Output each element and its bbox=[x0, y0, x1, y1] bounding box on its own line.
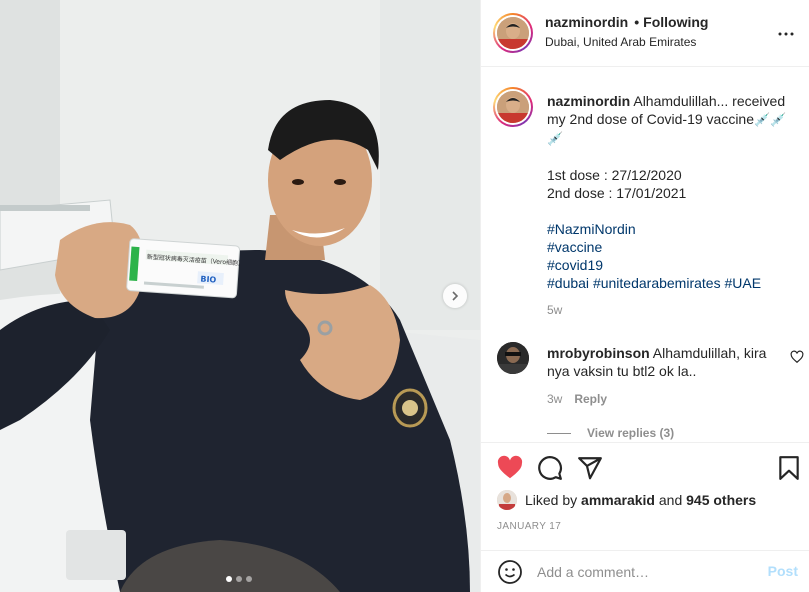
add-comment-bar: Post bbox=[481, 550, 809, 592]
heart-icon[interactable] bbox=[497, 455, 523, 481]
carousel-dot bbox=[246, 576, 252, 582]
hashtag-link[interactable]: #covid19 bbox=[547, 257, 603, 273]
avatar-image bbox=[497, 17, 529, 49]
carousel-dot bbox=[236, 576, 242, 582]
syringe-emoji: 💉 bbox=[754, 112, 771, 127]
more-options-icon[interactable] bbox=[774, 22, 798, 46]
second-dose-line: 2nd dose : 17/01/2021 bbox=[547, 185, 687, 201]
syringe-emoji: 💉 bbox=[547, 131, 564, 146]
author-avatar[interactable] bbox=[493, 13, 533, 53]
hashtag-link[interactable]: #unitedarabemirates bbox=[593, 275, 721, 291]
hashtag-link[interactable]: #UAE bbox=[724, 275, 761, 291]
avatar-image bbox=[497, 91, 529, 123]
post-side-panel: nazminordin • Following Dubai, United Arab… bbox=[480, 0, 809, 592]
carousel-indicator bbox=[226, 576, 252, 582]
comment-item: mrobyrobinson Alhamdulillah, kira nya va… bbox=[481, 338, 809, 442]
first-dose-line: 1st dose : 27/12/2020 bbox=[547, 167, 682, 183]
comment-heart-icon[interactable] bbox=[790, 350, 804, 364]
comment-meta: 3w Reply bbox=[547, 392, 607, 406]
instagram-post: 新型冠状病毒灭活疫苗（Vero细胞） BIO nazminordin • Fol… bbox=[0, 0, 809, 592]
hashtag-link[interactable]: #NazmiNordin bbox=[547, 221, 636, 237]
post-header: nazminordin • Following Dubai, United Arab… bbox=[481, 0, 809, 67]
following-button[interactable]: Following bbox=[643, 14, 708, 30]
bookmark-icon[interactable] bbox=[776, 455, 802, 481]
caption-username[interactable]: nazminordin bbox=[547, 93, 630, 109]
liker-username[interactable]: ammarakid bbox=[581, 492, 655, 508]
svg-text:BIO: BIO bbox=[200, 274, 217, 284]
add-comment-input[interactable] bbox=[537, 559, 757, 585]
post-actions: Liked by ammarakid and 945 others JANUAR… bbox=[481, 442, 809, 550]
caption-line-2: my 2nd dose of Covid-19 vaccine bbox=[547, 111, 754, 127]
author-username[interactable]: nazminordin bbox=[545, 14, 628, 30]
photo-scene: 新型冠状病毒灭活疫苗（Vero细胞） BIO bbox=[0, 0, 480, 592]
comment-icon[interactable] bbox=[537, 455, 563, 481]
next-image-button[interactable] bbox=[443, 284, 467, 308]
comment-line-2: nya vaksin tu btl2 ok la.. bbox=[547, 363, 697, 379]
likes-summary: Liked by ammarakid and 945 others bbox=[497, 490, 756, 510]
likes-conjunction: and bbox=[658, 492, 683, 508]
hashtag-link[interactable]: #dubai bbox=[547, 275, 589, 291]
caption-avatar[interactable] bbox=[493, 87, 533, 127]
caption-line-1: Alhamdulillah... received bbox=[633, 93, 786, 109]
post-location[interactable]: Dubai, United Arab Emirates bbox=[545, 35, 696, 49]
hashtag-link[interactable]: #vaccine bbox=[547, 239, 602, 255]
post-date[interactable]: JANUARY 17 bbox=[497, 521, 561, 532]
view-replies-button[interactable]: View replies (3) bbox=[547, 426, 674, 440]
comment-age[interactable]: 3w bbox=[547, 392, 562, 406]
view-replies-label: View replies (3) bbox=[587, 426, 675, 440]
chevron-right-icon bbox=[452, 291, 459, 301]
caption-text: nazminordin Alhamdulillah... received my… bbox=[547, 92, 797, 292]
syringe-emoji: 💉 bbox=[770, 112, 787, 127]
caption-age[interactable]: 5w bbox=[547, 303, 562, 317]
avatar-image bbox=[497, 490, 517, 510]
commenter-username[interactable]: mrobyrobinson bbox=[547, 345, 650, 361]
avatar-image bbox=[497, 342, 529, 374]
carousel-dot bbox=[226, 576, 232, 582]
header-separator: • bbox=[634, 14, 640, 30]
likes-count-link[interactable]: 945 others bbox=[686, 492, 756, 508]
reply-button[interactable]: Reply bbox=[574, 392, 607, 406]
post-comment-button[interactable]: Post bbox=[768, 563, 798, 579]
comment-line-1: Alhamdulillah, kira bbox=[652, 345, 767, 361]
comments-section[interactable]: nazminordin Alhamdulillah... received my… bbox=[481, 68, 809, 442]
likes-prefix: Liked by bbox=[525, 492, 578, 508]
share-icon[interactable] bbox=[577, 455, 603, 481]
commenter-avatar[interactable] bbox=[497, 342, 529, 374]
liker-avatar[interactable] bbox=[497, 490, 517, 510]
replies-divider bbox=[547, 432, 571, 434]
comment-text: mrobyrobinson Alhamdulillah, kira nya va… bbox=[547, 344, 777, 380]
emoji-icon[interactable] bbox=[497, 559, 523, 585]
post-photo[interactable]: 新型冠状病毒灭活疫苗（Vero细胞） BIO bbox=[0, 0, 480, 592]
